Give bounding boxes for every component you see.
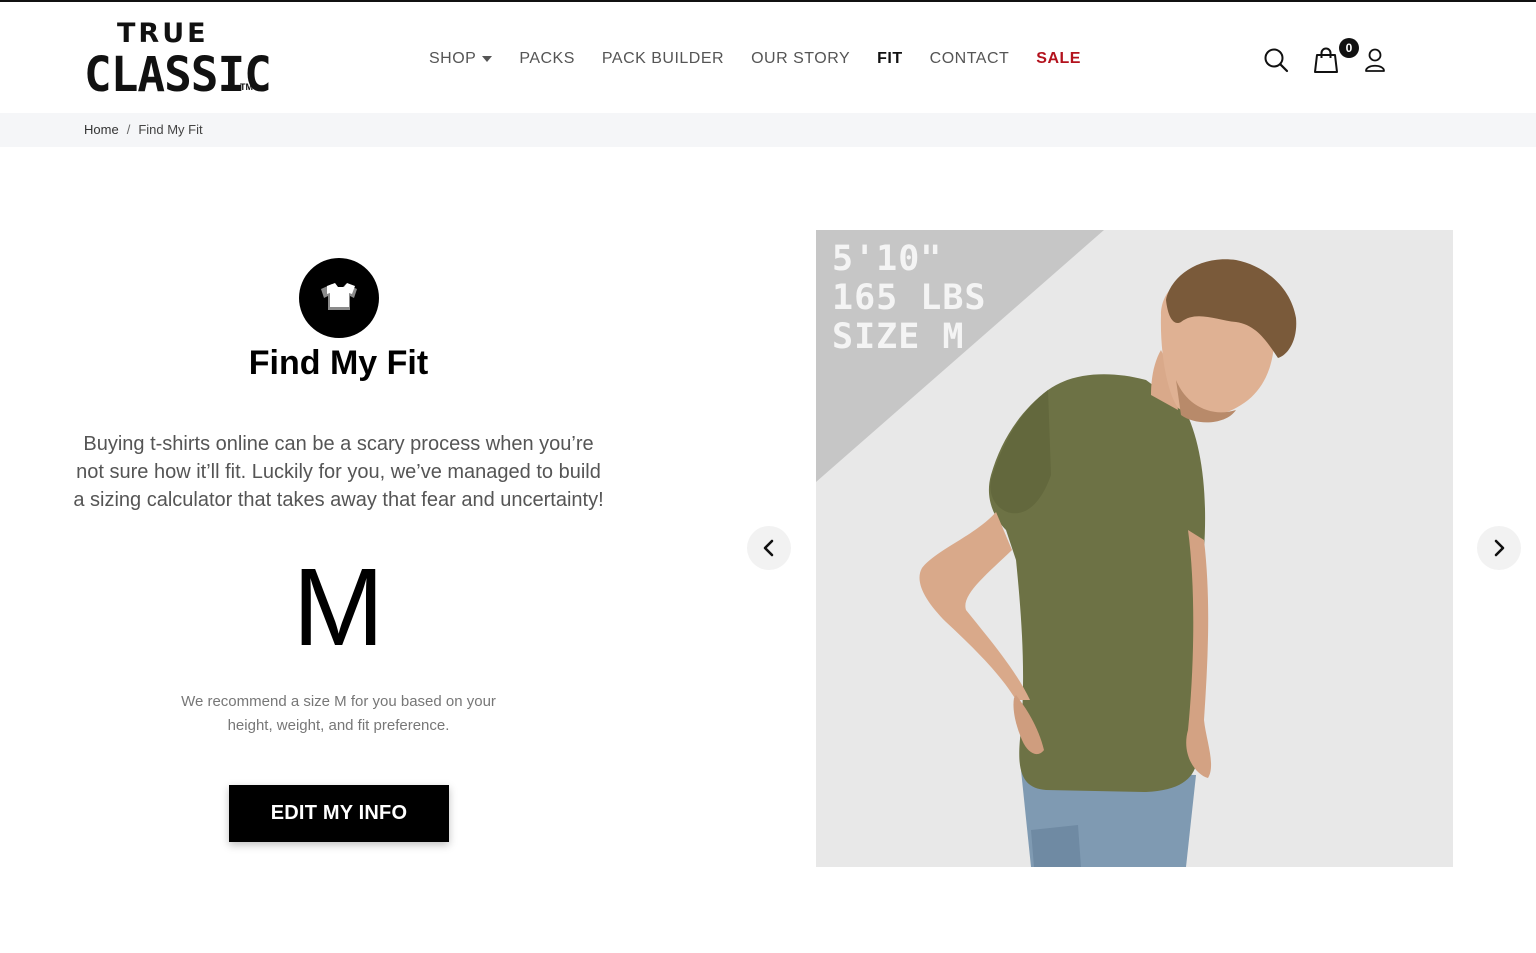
nav-contact[interactable]: CONTACT (930, 50, 1010, 68)
shopping-bag-icon[interactable] (1313, 46, 1339, 74)
breadcrumb-current: Find My Fit (138, 122, 203, 137)
edit-my-info-button[interactable]: EDIT MY INFO (229, 785, 449, 842)
user-icon[interactable] (1364, 47, 1386, 73)
recommended-size: M (292, 546, 385, 669)
breadcrumb-home[interactable]: Home (84, 122, 119, 137)
tshirt-icon (299, 258, 379, 338)
search-icon[interactable] (1263, 47, 1289, 73)
site-header: TRUE CLASSIC TM SHOP PACKS PACK BUILDER … (0, 2, 1536, 113)
chevron-left-icon (763, 539, 774, 557)
model-stats: 5'10" 165 LBS SIZE M (832, 240, 987, 357)
cart-count-badge: 0 (1339, 38, 1359, 58)
nav-packs[interactable]: PACKS (519, 50, 575, 68)
intro-text: Buying t-shirts online can be a scary pr… (73, 433, 604, 511)
carousel-next-button[interactable] (1477, 526, 1521, 570)
model-size: SIZE M (832, 317, 965, 357)
nav-fit[interactable]: FIT (877, 50, 903, 68)
recommendation-text: We recommend a size M for you based on y… (181, 693, 496, 734)
page-title: Find My Fit (248, 344, 429, 382)
nav-our-story[interactable]: OUR STORY (751, 50, 850, 68)
chevron-right-icon (1494, 539, 1505, 557)
main-nav: SHOP PACKS PACK BUILDER OUR STORY FIT CO… (429, 48, 1108, 70)
caret-down-icon (482, 56, 493, 62)
brand-logo[interactable]: TRUE CLASSIC TM (84, 16, 272, 103)
nav-shop[interactable]: SHOP (429, 50, 493, 68)
breadcrumb-separator: / (126, 122, 131, 137)
model-photo: 5'10" 165 LBS SIZE M (816, 230, 1453, 867)
nav-pack-builder[interactable]: PACK BUILDER (602, 50, 724, 68)
breadcrumb-bar: Home / Find My Fit (0, 113, 1536, 147)
carousel-prev-button[interactable] (747, 526, 791, 570)
logo-line-1: TRUE (117, 18, 209, 49)
logo-trademark: TM (240, 82, 253, 92)
model-weight: 165 LBS (832, 278, 987, 318)
logo-line-2: CLASSIC (84, 46, 272, 103)
breadcrumb: Home / Find My Fit (84, 122, 203, 137)
nav-shop-label: SHOP (429, 50, 477, 67)
model-height: 5'10" (832, 239, 943, 279)
nav-sale[interactable]: SALE (1036, 50, 1081, 68)
